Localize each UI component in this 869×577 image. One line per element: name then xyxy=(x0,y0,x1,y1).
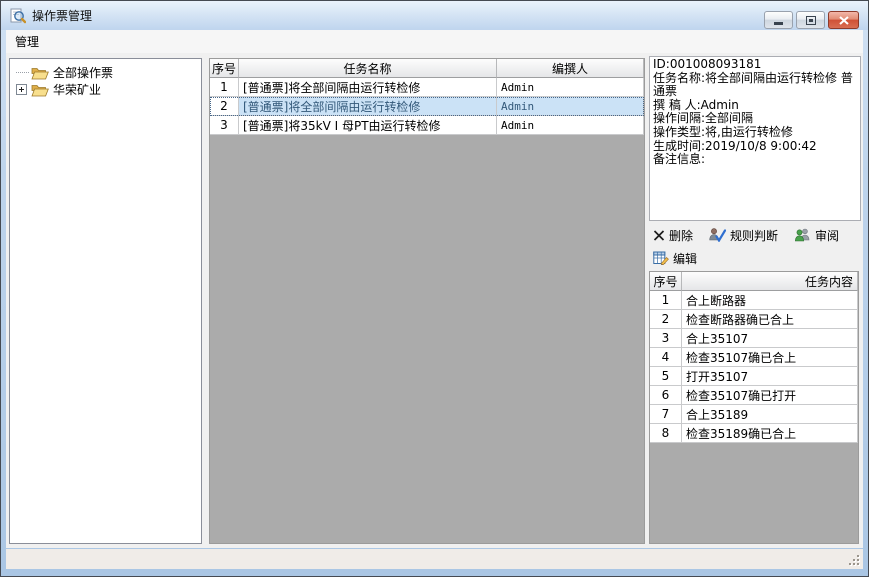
step-row[interactable]: 3 合上35107 xyxy=(650,329,858,348)
step-row[interactable]: 2 检查断路器确已合上 xyxy=(650,310,858,329)
ticket-details-box: ID:001008093181 任务名称:将全部间隔由运行转检修 普通票 撰 稿… xyxy=(649,56,861,221)
detail-task-name: 任务名称:将全部间隔由运行转检修 普通票 xyxy=(653,72,857,99)
cell-step-no: 4 xyxy=(650,348,682,367)
window-title: 操作票管理 xyxy=(32,7,92,24)
cell-step-no: 5 xyxy=(650,367,682,386)
cell-no: 1 xyxy=(210,78,239,97)
tree-connector xyxy=(16,64,29,73)
minimize-button[interactable] xyxy=(764,11,793,29)
cell-step-no: 2 xyxy=(650,310,682,329)
maximize-icon xyxy=(806,16,816,25)
detail-op-type: 操作类型:将,由运行转检修 xyxy=(653,126,857,140)
cell-task-name: [普通票]将35kV Ⅰ 母PT由运行转检修 xyxy=(239,116,497,135)
detail-interval: 操作间隔:全部间隔 xyxy=(653,112,857,126)
cell-step-no: 6 xyxy=(650,386,682,405)
edit-toolbar: 编辑 xyxy=(651,248,699,268)
step-row[interactable]: 7 合上35189 xyxy=(650,405,858,424)
review-button[interactable]: 审阅 xyxy=(792,226,841,245)
column-header-step-content[interactable]: 任务内容 xyxy=(682,272,858,291)
menubar: 管理 xyxy=(6,30,863,53)
rule-check-person-icon xyxy=(709,228,726,242)
client-area: 全部操作票 华荣矿业 序号 任务名称 编撰人 1 [普通票]将全部间隔由运行转检… xyxy=(6,53,863,548)
column-header-task-name[interactable]: 任务名称 xyxy=(239,59,497,78)
cell-step-content: 合上35107 xyxy=(682,329,858,348)
menu-item-manage[interactable]: 管理 xyxy=(6,30,48,53)
app-magnifier-document-icon xyxy=(10,8,26,24)
step-row[interactable]: 8 检查35189确已合上 xyxy=(650,424,858,443)
cell-step-content: 合上35189 xyxy=(682,405,858,424)
tree-item-all-tickets[interactable]: 全部操作票 xyxy=(10,64,201,81)
cell-no: 3 xyxy=(210,116,239,135)
cell-author: Admin xyxy=(497,78,644,97)
steps-table-header: 序号 任务内容 xyxy=(650,272,858,291)
cell-step-content: 打开35107 xyxy=(682,367,858,386)
tree-item-label: 华荣矿业 xyxy=(53,81,101,98)
cell-step-no: 1 xyxy=(650,291,682,310)
cell-step-content: 合上断路器 xyxy=(682,291,858,310)
cell-step-no: 7 xyxy=(650,405,682,424)
cell-step-content: 检查35107确已合上 xyxy=(682,348,858,367)
review-people-icon xyxy=(794,228,811,242)
folder-open-icon xyxy=(31,83,49,97)
ticket-actions-toolbar: 删除 规则判断 审阅 xyxy=(651,225,841,245)
delete-x-icon xyxy=(653,230,665,241)
detail-remark: 备注信息: xyxy=(653,153,857,167)
edit-button[interactable]: 编辑 xyxy=(651,249,699,268)
cell-step-content: 检查断路器确已合上 xyxy=(682,310,858,329)
rule-check-button[interactable]: 规则判断 xyxy=(707,226,780,245)
ticket-group-tree: 全部操作票 华荣矿业 xyxy=(9,58,202,544)
cell-author: Admin xyxy=(497,116,644,135)
resize-grip-icon[interactable] xyxy=(848,554,860,566)
rule-check-label: 规则判断 xyxy=(730,227,778,244)
status-bar xyxy=(6,549,863,569)
tickets-table-header: 序号 任务名称 编撰人 xyxy=(210,59,644,78)
step-row[interactable]: 6 检查35107确已打开 xyxy=(650,386,858,405)
delete-button[interactable]: 删除 xyxy=(651,226,695,245)
column-header-step-no[interactable]: 序号 xyxy=(650,272,682,291)
maximize-button[interactable] xyxy=(796,11,825,29)
minimize-icon xyxy=(774,22,783,25)
operation-ticket-manager-window: 操作票管理 管理 全部操作票 xyxy=(0,0,869,577)
step-row[interactable]: 5 打开35107 xyxy=(650,367,858,386)
edit-table-pencil-icon xyxy=(653,251,669,265)
tree-item-huarong-mine[interactable]: 华荣矿业 xyxy=(10,81,201,98)
tree-expand-plus-icon[interactable] xyxy=(16,84,27,95)
table-row[interactable]: 1 [普通票]将全部间隔由运行转检修 Admin xyxy=(210,78,644,97)
step-row[interactable]: 4 检查35107确已合上 xyxy=(650,348,858,367)
delete-label: 删除 xyxy=(669,227,693,244)
column-header-author[interactable]: 编撰人 xyxy=(497,59,644,78)
window-controls xyxy=(764,11,859,29)
close-icon xyxy=(839,16,849,25)
tickets-table: 序号 任务名称 编撰人 1 [普通票]将全部间隔由运行转检修 Admin 2 [… xyxy=(209,58,645,544)
detail-id: ID:001008093181 xyxy=(653,58,857,72)
edit-label: 编辑 xyxy=(673,250,697,267)
step-row[interactable]: 1 合上断路器 xyxy=(650,291,858,310)
tree-item-label: 全部操作票 xyxy=(53,64,113,81)
close-button[interactable] xyxy=(828,11,859,29)
steps-table: 序号 任务内容 1 合上断路器 2 检查断路器确已合上 3 合上35107 4 … xyxy=(649,271,859,544)
review-label: 审阅 xyxy=(815,227,839,244)
cell-task-name: [普通票]将全部间隔由运行转检修 xyxy=(239,78,497,97)
folder-open-icon xyxy=(31,66,49,80)
cell-no: 2 xyxy=(210,97,239,116)
table-row[interactable]: 3 [普通票]将35kV Ⅰ 母PT由运行转检修 Admin xyxy=(210,116,644,135)
cell-task-name: [普通票]将全部间隔由运行转检修 xyxy=(239,97,497,116)
cell-step-no: 8 xyxy=(650,424,682,443)
cell-step-no: 3 xyxy=(650,329,682,348)
cell-step-content: 检查35107确已打开 xyxy=(682,386,858,405)
cell-step-content: 检查35189确已合上 xyxy=(682,424,858,443)
cell-author: Admin xyxy=(497,97,644,116)
table-row-selected[interactable]: 2 [普通票]将全部间隔由运行转检修 Admin xyxy=(210,97,644,116)
titlebar: 操作票管理 xyxy=(1,1,868,30)
column-header-no[interactable]: 序号 xyxy=(210,59,239,78)
